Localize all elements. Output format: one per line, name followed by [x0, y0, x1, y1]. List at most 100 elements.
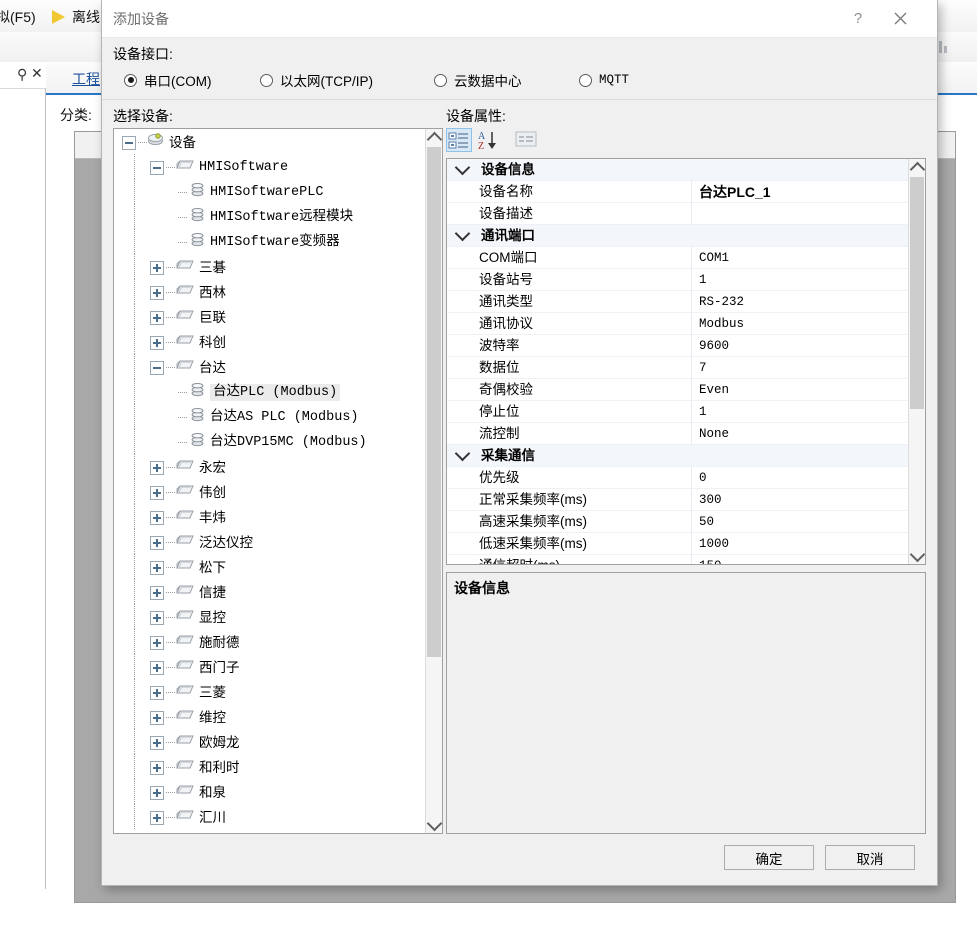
tree-item[interactable]: HMISoftwarePLC: [114, 179, 426, 204]
tree-toggle-collapse-icon[interactable]: [150, 361, 164, 375]
property-value[interactable]: Modbus: [692, 313, 909, 334]
property-row[interactable]: 低速采集频率(ms)1000: [447, 533, 909, 555]
tree-toggle-collapse-icon[interactable]: [150, 161, 164, 175]
tree-item[interactable]: 欧姆龙: [114, 729, 426, 754]
tree-item[interactable]: 信捷: [114, 579, 426, 604]
property-row[interactable]: 通讯类型RS-232: [447, 291, 909, 313]
tree-item[interactable]: 显控: [114, 604, 426, 629]
tree-item[interactable]: 施耐德: [114, 629, 426, 654]
tree-toggle-expand-icon[interactable]: [150, 561, 164, 575]
tree-toggle-expand-icon[interactable]: [150, 336, 164, 350]
property-value[interactable]: 300: [692, 489, 909, 510]
close-icon[interactable]: [885, 7, 915, 31]
tree-item[interactable]: HMISoftware: [114, 154, 426, 179]
tab-project[interactable]: 工程: [72, 69, 100, 89]
radio-mqtt[interactable]: MQTT: [579, 69, 629, 91]
tree-item[interactable]: 永宏: [114, 454, 426, 479]
tree-item[interactable]: 维控: [114, 704, 426, 729]
property-value[interactable]: RS-232: [692, 291, 909, 312]
tree-toggle-expand-icon[interactable]: [150, 786, 164, 800]
tree-toggle-expand-icon[interactable]: [150, 536, 164, 550]
run-play-icon[interactable]: [52, 10, 65, 24]
radio-mqtt-dot[interactable]: [579, 74, 592, 87]
tree-item[interactable]: 汇川: [114, 804, 426, 829]
alphabetical-sort-button[interactable]: A Z: [476, 128, 502, 152]
tree-item[interactable]: 台达: [114, 354, 426, 379]
tree-scroll-up-arrow[interactable]: [426, 129, 442, 146]
property-value[interactable]: 1000: [692, 533, 909, 554]
tree-toggle-expand-icon[interactable]: [150, 461, 164, 475]
radio-serial-com-dot[interactable]: [124, 74, 137, 87]
device-tree-scrollbar[interactable]: [425, 129, 442, 833]
property-value[interactable]: 1: [692, 401, 909, 422]
property-scroll-up-arrow[interactable]: [909, 159, 925, 176]
category-collapse-icon[interactable]: [447, 159, 477, 180]
tree-item[interactable]: 台达AS PLC (Modbus): [114, 404, 426, 429]
property-value[interactable]: None: [692, 423, 909, 444]
property-row[interactable]: 通讯协议Modbus: [447, 313, 909, 335]
property-row[interactable]: 停止位1: [447, 401, 909, 423]
property-pages-button[interactable]: [514, 128, 540, 152]
categorized-view-button[interactable]: [446, 128, 472, 152]
property-row[interactable]: 数据位7: [447, 357, 909, 379]
property-row[interactable]: COM端口COM1: [447, 247, 909, 269]
property-value[interactable]: 0: [692, 467, 909, 488]
tree-item[interactable]: 和泉: [114, 779, 426, 804]
tree-scroll-thumb[interactable]: [427, 147, 441, 657]
tree-item[interactable]: 三菱: [114, 679, 426, 704]
tree-item[interactable]: 西林: [114, 279, 426, 304]
tree-toggle-expand-icon[interactable]: [150, 486, 164, 500]
property-category-row[interactable]: 通讯端口: [447, 225, 909, 247]
tree-item[interactable]: 丰炜: [114, 504, 426, 529]
tree-item[interactable]: 科创: [114, 329, 426, 354]
radio-cloud-data-center[interactable]: 云数据中心: [434, 69, 522, 91]
property-value[interactable]: 9600: [692, 335, 909, 356]
property-value[interactable]: 台达PLC_1: [692, 181, 909, 202]
tree-toggle-collapse-icon[interactable]: [122, 136, 136, 150]
tree-item[interactable]: 松下: [114, 554, 426, 579]
tree-toggle-expand-icon[interactable]: [150, 311, 164, 325]
tree-toggle-expand-icon[interactable]: [150, 761, 164, 775]
tree-item[interactable]: 西门子: [114, 654, 426, 679]
device-tree-panel[interactable]: 设备HMISoftwareHMISoftwarePLCHMISoftware远程…: [113, 128, 443, 834]
device-tree[interactable]: 设备HMISoftwareHMISoftwarePLCHMISoftware远程…: [114, 129, 426, 834]
property-row[interactable]: 流控制None: [447, 423, 909, 445]
tree-item[interactable]: 和利时: [114, 754, 426, 779]
tree-item[interactable]: 三碁: [114, 254, 426, 279]
tree-toggle-expand-icon[interactable]: [150, 611, 164, 625]
cancel-button[interactable]: 取消: [825, 845, 915, 870]
tree-item[interactable]: 巨联: [114, 304, 426, 329]
tree-toggle-expand-icon[interactable]: [150, 511, 164, 525]
tree-item[interactable]: 伟创: [114, 479, 426, 504]
property-value[interactable]: 150: [692, 555, 909, 565]
category-collapse-icon[interactable]: [447, 445, 477, 466]
radio-ethernet-tcpip[interactable]: 以太网(TCP/IP): [260, 69, 373, 91]
tree-toggle-expand-icon[interactable]: [150, 636, 164, 650]
tree-toggle-expand-icon[interactable]: [150, 686, 164, 700]
tree-item[interactable]: 台达DVP15MC (Modbus): [114, 429, 426, 454]
property-value[interactable]: [692, 203, 909, 224]
tree-toggle-expand-icon[interactable]: [150, 286, 164, 300]
property-value[interactable]: COM1: [692, 247, 909, 268]
property-row[interactable]: 奇偶校验Even: [447, 379, 909, 401]
pin-icon[interactable]: ⚲: [17, 66, 27, 83]
property-category-row[interactable]: 采集通信: [447, 445, 909, 467]
property-scroll-down-arrow[interactable]: [909, 547, 925, 564]
property-row[interactable]: 通信超时(ms)150: [447, 555, 909, 565]
property-value[interactable]: 50: [692, 511, 909, 532]
panel-close-icon[interactable]: ✕: [31, 65, 43, 82]
device-property-grid[interactable]: 设备信息设备名称台达PLC_1设备描述通讯端口COM端口COM1设备站号1通讯类…: [446, 158, 926, 565]
tree-toggle-expand-icon[interactable]: [150, 736, 164, 750]
radio-cloud-data-center-dot[interactable]: [434, 74, 447, 87]
tree-item[interactable]: HMISoftware变频器: [114, 229, 426, 254]
property-row[interactable]: 设备名称台达PLC_1: [447, 181, 909, 203]
property-row[interactable]: 正常采集频率(ms)300: [447, 489, 909, 511]
tree-item[interactable]: 设备: [114, 129, 426, 154]
category-collapse-icon[interactable]: [447, 225, 477, 246]
property-category-row[interactable]: 设备信息: [447, 159, 909, 181]
background-menu-simulate-label[interactable]: 拟(F5): [0, 7, 36, 27]
tree-item[interactable]: HMISoftware远程模块: [114, 204, 426, 229]
tree-scroll-down-arrow[interactable]: [426, 816, 442, 833]
tree-toggle-expand-icon[interactable]: [150, 261, 164, 275]
tree-toggle-expand-icon[interactable]: [150, 661, 164, 675]
